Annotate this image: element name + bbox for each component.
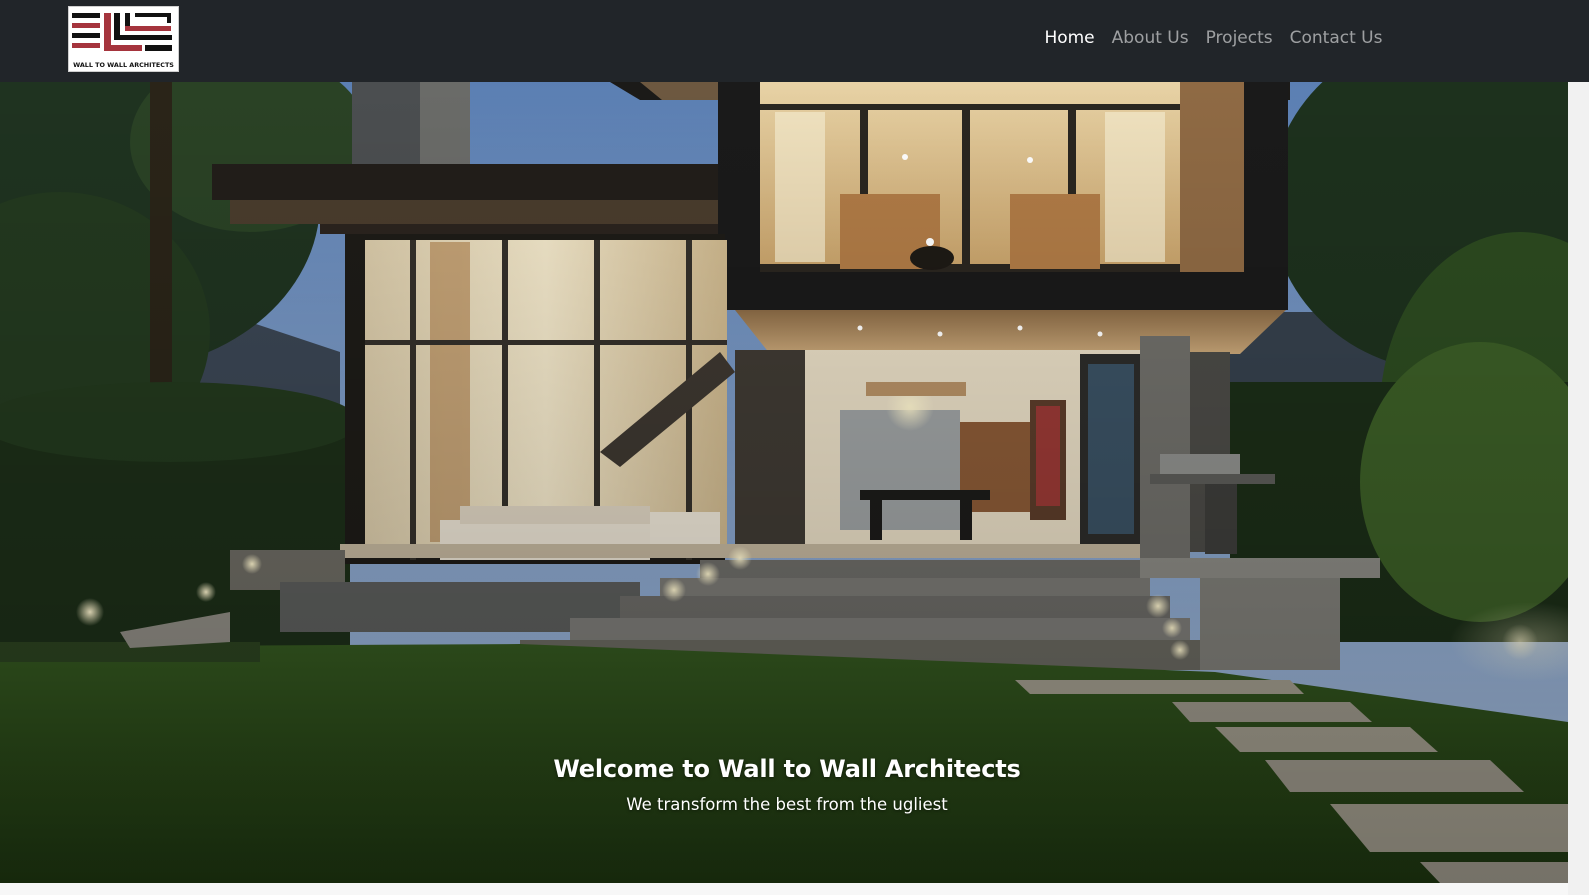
nav-contact-us[interactable]: Contact Us <box>1281 26 1391 50</box>
brand-logo[interactable]: WALL TO WALL ARCHITECTS <box>68 6 179 72</box>
navbar: WALL TO WALL ARCHITECTS Home About Us Pr… <box>0 0 1589 82</box>
page-bottom-edge <box>0 883 1568 895</box>
hero-caption: Welcome to Wall to Wall Architects We tr… <box>0 754 1568 816</box>
page-scrollbar-gutter <box>1568 82 1589 895</box>
hero-carousel: Welcome to Wall to Wall Architects We tr… <box>0 82 1568 883</box>
nav-projects[interactable]: Projects <box>1197 26 1281 50</box>
nav-home[interactable]: Home <box>1036 26 1103 50</box>
main-nav: Home About Us Projects Contact Us <box>1036 26 1391 50</box>
hero-subtitle: We transform the best from the ugliest <box>626 795 948 814</box>
hero-title: Welcome to Wall to Wall Architects <box>553 755 1021 783</box>
logo-text: WALL TO WALL ARCHITECTS <box>73 61 174 69</box>
nav-about-us[interactable]: About Us <box>1103 26 1197 50</box>
